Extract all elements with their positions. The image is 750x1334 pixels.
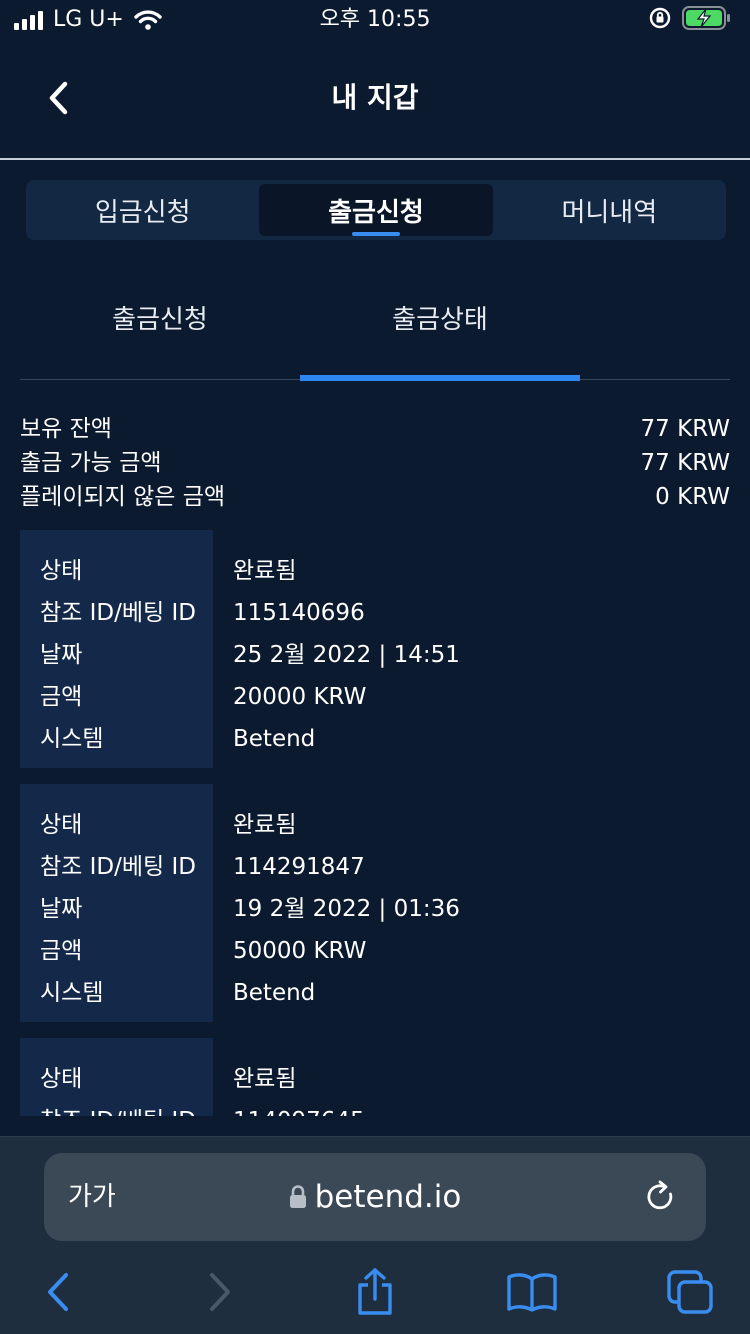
record-row-system: 시스템 Betend <box>20 972 730 1014</box>
withdrawal-records-list[interactable]: 상태 완료됨 참조 ID/베팅 ID 115140696 날짜 25 2월 20… <box>20 530 730 1116</box>
status-right <box>648 6 732 30</box>
record-label: 금액 <box>40 684 83 710</box>
browser-toolbar: 가가 betend.io <box>0 1136 750 1334</box>
orientation-lock-icon <box>649 7 671 29</box>
chevron-right-icon <box>210 1273 230 1311</box>
record-value: 25 2월 2022 | 14:51 <box>233 642 460 668</box>
screen: LG U+ 오후 10:55 내 지갑 입금신청 출금신청 머니내역 출금신청 … <box>0 0 750 1334</box>
active-tab-indicator <box>351 232 400 236</box>
reload-icon <box>647 1180 673 1210</box>
record-label: 날짜 <box>40 642 83 668</box>
header: 내 지갑 <box>0 40 750 160</box>
record-row-status: 상태 완료됨 <box>20 1058 730 1100</box>
url-display: betend.io <box>44 1177 706 1217</box>
page-title: 내 지갑 <box>331 81 419 114</box>
record-row-date: 날짜 19 2월 2022 | 01:36 <box>20 888 730 930</box>
record-row-status: 상태 완료됨 <box>20 804 730 846</box>
record-row-ref-id: 참조 ID/베팅 ID 115140696 <box>20 592 730 634</box>
subtab-label: 출금신청 <box>112 305 208 335</box>
status-time: 오후 10:55 <box>319 7 431 32</box>
lock-icon <box>289 1185 306 1208</box>
book-icon <box>507 1273 557 1312</box>
record-label: 참조 ID/베팅 ID <box>40 600 196 626</box>
share-icon <box>358 1268 392 1315</box>
record-value: Betend <box>233 726 316 752</box>
chevron-left-icon <box>48 1273 68 1311</box>
balance-label: 출금 가능 금액 <box>20 450 162 476</box>
bookmarks-button[interactable] <box>502 1267 562 1317</box>
balance-row: 보유 잔액 77 KRW <box>20 412 730 446</box>
tab-withdraw-request[interactable]: 출금신청 <box>259 184 493 236</box>
record-row-status: 상태 완료됨 <box>20 550 730 592</box>
subtab-label: 출금상태 <box>392 305 488 335</box>
record-label: 시스템 <box>40 726 104 752</box>
balance-value: 0 KRW <box>655 484 730 510</box>
record-row-date: 날짜 25 2월 2022 | 14:51 <box>20 634 730 676</box>
record-row-ref-id: 참조 ID/베팅 ID 114291847 <box>20 846 730 888</box>
record-value: 완료됨 <box>233 558 297 584</box>
tab-label: 머니내역 <box>561 197 658 228</box>
record-value: 115140696 <box>233 600 365 626</box>
withdrawal-record: 상태 완료됨 참조 ID/베팅 ID 114097645 <box>20 1038 730 1116</box>
record-label: 참조 ID/베팅 ID <box>40 854 196 880</box>
tabs-icon <box>667 1270 713 1314</box>
record-label: 참조 ID/베팅 ID <box>40 1100 196 1116</box>
record-label: 상태 <box>40 558 83 584</box>
record-label: 상태 <box>40 1066 83 1092</box>
tabs-button[interactable] <box>660 1267 720 1317</box>
record-value: 50000 KRW <box>233 938 367 964</box>
status-bar: LG U+ 오후 10:55 <box>0 0 750 40</box>
address-bar[interactable]: 가가 betend.io <box>44 1153 706 1241</box>
record-label: 날짜 <box>40 896 83 922</box>
balance-value: 77 KRW <box>640 450 730 476</box>
subtab-withdraw-status[interactable]: 출금상태 <box>300 300 580 381</box>
balance-label: 보유 잔액 <box>20 416 112 442</box>
balance-row: 출금 가능 금액 77 KRW <box>20 446 730 480</box>
share-button[interactable] <box>345 1267 405 1317</box>
record-value: 19 2월 2022 | 01:36 <box>233 896 460 922</box>
subtab-withdraw-request[interactable]: 출금신청 <box>20 300 300 379</box>
record-value: 114097645 <box>233 1100 365 1116</box>
balance-summary: 보유 잔액 77 KRW 출금 가능 금액 77 KRW 플레이되지 않은 금액… <box>20 412 730 514</box>
balance-label: 플레이되지 않은 금액 <box>20 484 226 510</box>
tab-money-history[interactable]: 머니내역 <box>493 180 726 240</box>
record-value: 완료됨 <box>233 1066 297 1092</box>
record-value: 완료됨 <box>233 812 297 838</box>
record-row-system: 시스템 Betend <box>20 718 730 760</box>
record-row-ref-id: 참조 ID/베팅 ID 114097645 <box>20 1100 730 1116</box>
tab-label: 입금신청 <box>94 197 191 228</box>
browser-back-button[interactable] <box>28 1267 88 1317</box>
tab-label: 출금신청 <box>328 197 424 228</box>
record-label: 상태 <box>40 812 83 838</box>
tab-deposit-request[interactable]: 입금신청 <box>26 180 259 240</box>
withdrawal-record: 상태 완료됨 참조 ID/베팅 ID 115140696 날짜 25 2월 20… <box>20 530 730 768</box>
record-value: Betend <box>233 980 316 1006</box>
reload-button[interactable] <box>640 1177 680 1217</box>
withdraw-sub-tabs: 출금신청 출금상태 <box>20 280 730 381</box>
browser-forward-button[interactable] <box>190 1267 250 1317</box>
record-row-amount: 금액 50000 KRW <box>20 930 730 972</box>
active-subtab-underline <box>300 375 580 381</box>
wallet-tabs: 입금신청 출금신청 머니내역 <box>26 180 726 240</box>
withdrawal-record: 상태 완료됨 참조 ID/베팅 ID 114291847 날짜 19 2월 20… <box>20 784 730 1022</box>
balance-value: 77 KRW <box>640 416 730 442</box>
url-text: betend.io <box>314 1179 462 1215</box>
record-value: 114291847 <box>233 854 365 880</box>
battery-charging-icon <box>682 6 730 30</box>
record-label: 금액 <box>40 938 83 964</box>
record-label: 시스템 <box>40 980 104 1006</box>
record-row-amount: 금액 20000 KRW <box>20 676 730 718</box>
record-value: 20000 KRW <box>233 684 367 710</box>
balance-row: 플레이되지 않은 금액 0 KRW <box>20 480 730 514</box>
